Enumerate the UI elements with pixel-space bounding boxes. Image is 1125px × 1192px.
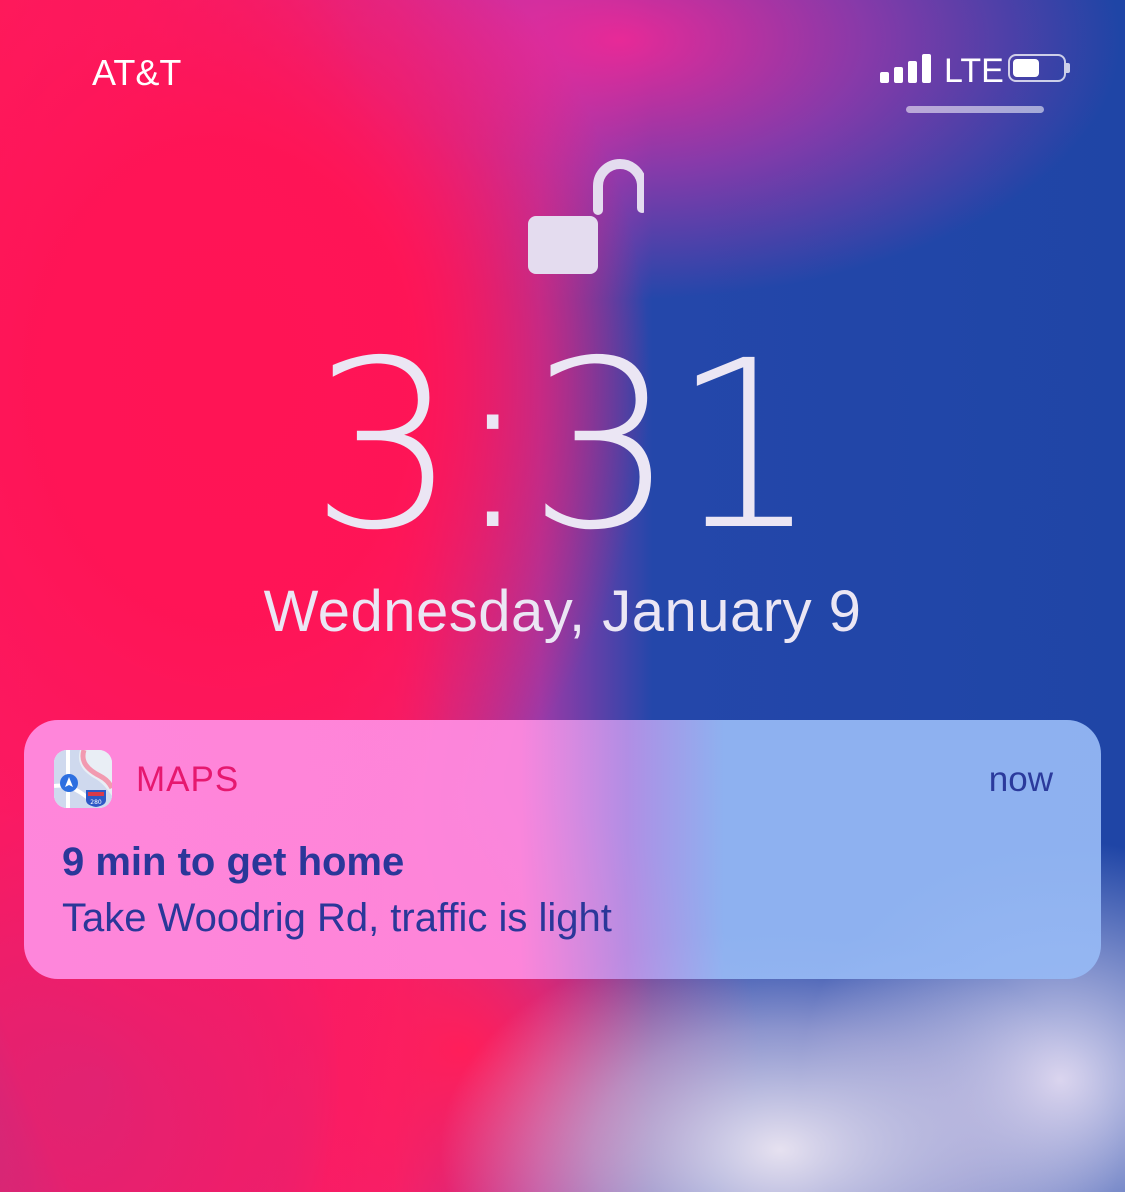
lock-screen: AT&T LTE 3:31 Wednesday, January 9 280 M… <box>0 0 1125 1192</box>
lock-screen-time: 3:31 <box>310 311 819 581</box>
carrier-label: AT&T <box>92 52 182 93</box>
notification-body: Take Woodrig Rd, traffic is light <box>62 896 612 940</box>
battery-level <box>1013 59 1039 77</box>
maps-app-icon: 280 <box>54 750 112 808</box>
signal-icon <box>880 53 932 83</box>
battery-icon <box>1008 54 1070 82</box>
notification-timestamp: now <box>988 760 1053 799</box>
notification-title: 9 min to get home <box>62 840 405 884</box>
lock-screen-date: Wednesday, January 9 <box>263 579 862 644</box>
network-type-label: LTE <box>944 52 1004 90</box>
svg-text:280: 280 <box>90 799 102 806</box>
status-bar: AT&T LTE <box>0 0 1125 130</box>
maps-notification[interactable]: 280 MAPS now 9 min to get home Take Wood… <box>24 720 1101 979</box>
notification-app-name: MAPS <box>136 760 240 799</box>
unlocked-padlock-icon <box>528 159 644 274</box>
control-center-indicator[interactable] <box>906 106 1044 113</box>
